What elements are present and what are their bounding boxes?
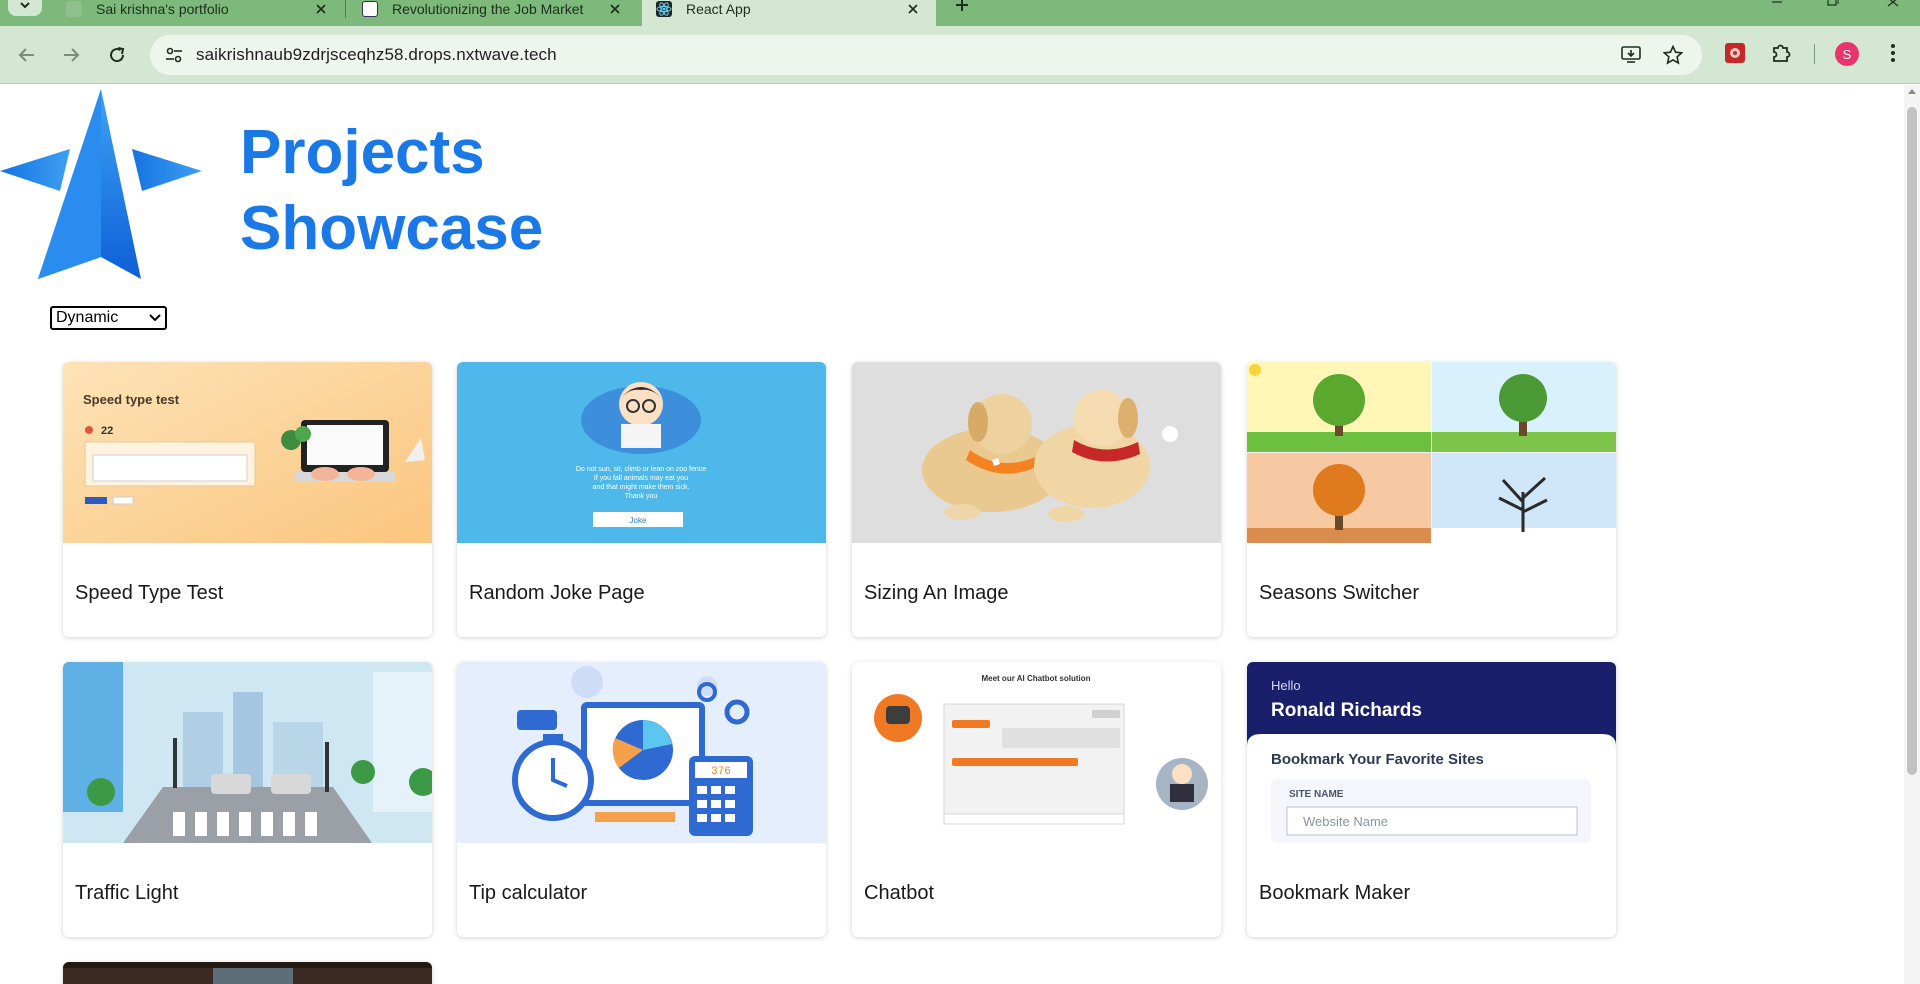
- project-card[interactable]: Seasons Switcher: [1247, 362, 1616, 637]
- page-viewport: Projects Showcase Dynamic Speed type tes…: [0, 85, 1920, 984]
- thumb-speed-count: 22: [101, 425, 113, 437]
- arrow-left-icon: [18, 48, 34, 62]
- page-title-line2: Showcase: [240, 194, 544, 263]
- tab-title: React App: [686, 1, 751, 17]
- minimize-icon: [1772, 1, 1782, 3]
- project-card[interactable]: 376 Tip calculator: [457, 662, 826, 937]
- project-title: Chatbot: [864, 882, 935, 904]
- thumb-bookmark-placeholder: Website Name: [1303, 814, 1388, 829]
- restore-button[interactable]: [1810, 0, 1856, 14]
- thumb-bookmark-heading: Bookmark Your Favorite Sites: [1271, 751, 1484, 768]
- tab-react-app[interactable]: React App: [642, 0, 936, 26]
- thumb-tip-display: 376: [711, 766, 731, 778]
- chevron-down-icon: [20, 2, 30, 9]
- project-card[interactable]: Hello Ronald Richards Bookmark Your Favo…: [1247, 662, 1616, 937]
- back-button[interactable]: [12, 40, 42, 70]
- plus-icon: [956, 0, 968, 11]
- thumb-joke-line3: and that might make them sick.: [593, 484, 690, 491]
- project-title: Tip calculator: [469, 882, 588, 904]
- close-icon: [1887, 0, 1899, 7]
- menu-kebab-icon[interactable]: [1880, 40, 1906, 66]
- close-icon[interactable]: [606, 0, 624, 18]
- address-bar[interactable]: saikrishnaub9zdrjsceqhz58.drops.nxtwave.…: [150, 35, 1702, 75]
- install-app-icon[interactable]: [1620, 44, 1642, 66]
- site-favicon-icon: [66, 1, 82, 17]
- bookmark-star-icon[interactable]: [1662, 44, 1684, 66]
- project-card[interactable]: Sizing An Image: [852, 362, 1221, 637]
- project-title: Speed Type Test: [75, 582, 224, 604]
- tab-job-market[interactable]: Revolutionizing the Job Market: [348, 0, 638, 26]
- select-value: Dynamic: [56, 309, 119, 326]
- project-thumbnail: [63, 662, 432, 843]
- thumb-speed-title: Speed type test: [83, 392, 180, 407]
- page-scrollbar[interactable]: [1904, 85, 1920, 984]
- scrollbar-thumb[interactable]: [1907, 107, 1917, 775]
- page-title-line1: Projects: [240, 118, 485, 187]
- thumb-joke-line2: If you fall animals may eat you: [594, 475, 688, 482]
- project-thumbnail: [852, 362, 1221, 543]
- thumb-joke-line4: Thank you: [625, 493, 658, 500]
- project-title: Bookmark Maker: [1259, 882, 1411, 904]
- project-thumbnail: Do not sun, sit, climb or lean on zoo fe…: [457, 362, 826, 543]
- project-thumbnail: [63, 962, 432, 984]
- tab-portfolio[interactable]: Sai krishna's portfolio: [52, 0, 344, 26]
- chevron-down-icon: [145, 308, 165, 328]
- project-thumbnail: Meet our AI Chatbot solution: [852, 662, 1221, 843]
- toolbar-divider: [1814, 44, 1815, 64]
- extension-icon[interactable]: [1722, 40, 1748, 66]
- project-thumbnail: Hello Ronald Richards Bookmark Your Favo…: [1247, 662, 1616, 843]
- minimize-button[interactable]: [1754, 0, 1800, 14]
- thumb-bookmark-name: Ronald Richards: [1271, 700, 1422, 721]
- project-card[interactable]: Meet our AI Chatbot solution Chatbot: [852, 662, 1221, 937]
- browser-toolbar: saikrishnaub9zdrjsceqhz58.drops.nxtwave.…: [0, 26, 1920, 84]
- new-tab-button[interactable]: [948, 0, 976, 16]
- close-icon[interactable]: [312, 0, 330, 18]
- tab-search-button[interactable]: [8, 0, 42, 16]
- reload-button[interactable]: [102, 40, 132, 70]
- thumb-bookmark-hello: Hello: [1271, 678, 1301, 693]
- restore-icon: [1827, 0, 1839, 6]
- tab-title: Revolutionizing the Job Market: [392, 1, 584, 17]
- scroll-up-arrow-icon[interactable]: [1908, 89, 1916, 94]
- project-title: Random Joke Page: [469, 582, 645, 604]
- project-card[interactable]: Speed type test 22 Speed Type Test: [63, 362, 432, 637]
- react-logo-icon: [656, 1, 672, 17]
- project-title: Sizing An Image: [864, 582, 1009, 604]
- thumb-joke-line1: Do not sun, sit, climb or lean on zoo fe…: [576, 466, 706, 473]
- project-thumbnail: 376: [457, 662, 826, 843]
- tab-title: Sai krishna's portfolio: [96, 1, 229, 17]
- project-filter-select[interactable]: Dynamic: [50, 306, 167, 330]
- url-text[interactable]: saikrishnaub9zdrjsceqhz58.drops.nxtwave.…: [196, 45, 557, 65]
- project-card[interactable]: Do not sun, sit, climb or lean on zoo fe…: [457, 362, 826, 637]
- reload-icon: [110, 47, 125, 63]
- project-title: Traffic Light: [75, 882, 179, 904]
- thumb-bookmark-label: SITE NAME: [1289, 789, 1344, 800]
- tab-strip: Sai krishna's portfolio Revolutionizing …: [0, 0, 1920, 26]
- thumb-joke-button: Joke: [630, 516, 647, 525]
- close-icon[interactable]: [904, 0, 922, 18]
- star-logo-icon: [0, 89, 202, 279]
- site-settings-icon[interactable]: [164, 45, 184, 65]
- profile-avatar[interactable]: S: [1835, 42, 1859, 66]
- thumb-chatbot-title: Meet our AI Chatbot solution: [981, 674, 1090, 683]
- tab-divider: [345, 0, 346, 18]
- window-close-button[interactable]: [1870, 0, 1916, 14]
- arrow-right-icon: [64, 48, 80, 62]
- forward-button[interactable]: [56, 40, 86, 70]
- project-thumbnail: Speed type test 22: [63, 362, 432, 543]
- page-title: Projects Showcase: [240, 115, 660, 267]
- project-card[interactable]: Traffic Light: [63, 662, 432, 937]
- project-card[interactable]: [63, 962, 432, 984]
- project-thumbnail: [1247, 362, 1616, 543]
- extensions-puzzle-icon[interactable]: [1768, 40, 1794, 66]
- site-favicon-icon: [362, 1, 378, 17]
- project-title: Seasons Switcher: [1259, 582, 1420, 604]
